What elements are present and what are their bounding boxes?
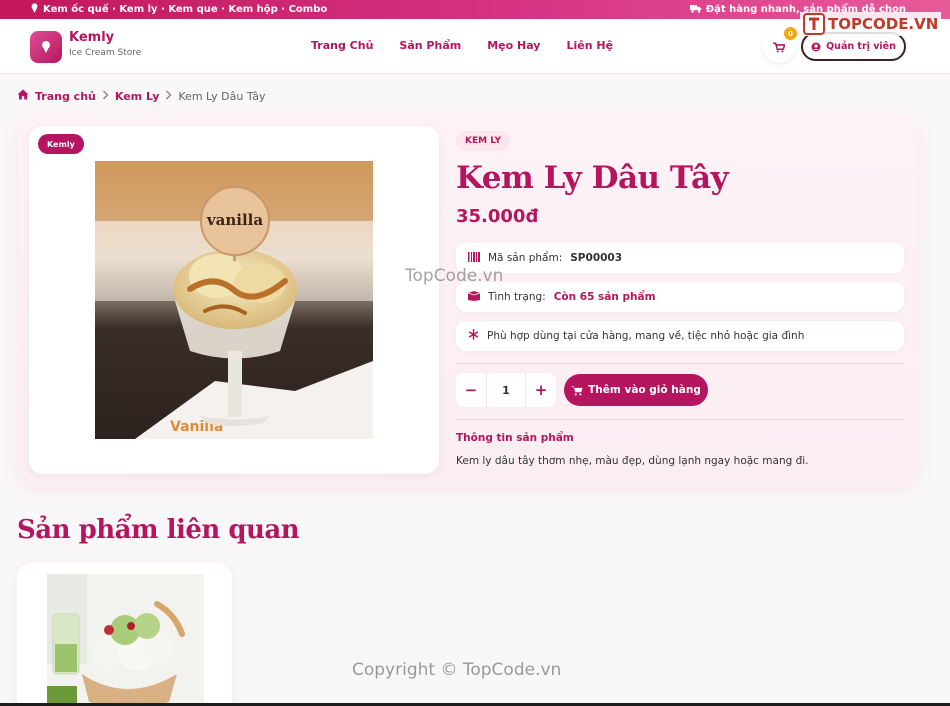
product-price: 35.000đ <box>456 206 539 227</box>
center-watermark: TopCode.vn <box>405 266 504 286</box>
cart-icon <box>773 41 785 52</box>
sku-label: Mã sản phẩm: <box>488 252 563 264</box>
quantity-input[interactable] <box>486 373 526 407</box>
cart-icon <box>571 385 583 395</box>
topcode-logo-icon <box>803 13 825 35</box>
add-to-cart-label: Thêm vào giỏ hàng <box>588 384 701 396</box>
sku-value: SP00003 <box>570 252 623 264</box>
divider <box>456 363 904 364</box>
add-to-cart-button[interactable]: Thêm vào giỏ hàng <box>564 374 708 406</box>
brand-logo[interactable] <box>30 31 62 63</box>
topcode-logo-text: TOPCODE.VN <box>828 15 939 33</box>
related-product-photo[interactable] <box>47 574 204 706</box>
cart-count-badge: 0 <box>784 27 797 40</box>
product-info-heading: Thông tin sản phẩm <box>456 432 574 444</box>
related-products-title: Sản phẩm liên quan <box>17 515 300 545</box>
promo-categories: Kem ốc quế · Kem ly · Kem que · Kem hộp … <box>43 4 328 15</box>
snowflake-icon <box>468 329 479 343</box>
truck-icon <box>689 4 702 16</box>
breadcrumb: Trang chủ Kem Ly Kem Ly Dâu Tây <box>17 89 266 103</box>
copyright-watermark: Copyright © TopCode.vn <box>352 660 562 680</box>
admin-label: Quản trị viên <box>826 41 896 52</box>
stock-row: Tình trạng: Còn 65 sản phẩm <box>456 282 904 312</box>
usage-text: Phù hợp dùng tại cửa hàng, mang về, tiệc… <box>487 330 805 342</box>
box-icon <box>467 290 481 304</box>
nav-contact[interactable]: Liên Hệ <box>566 39 613 52</box>
nav-products[interactable]: Sản Phẩm <box>399 39 461 52</box>
home-icon[interactable] <box>17 89 29 103</box>
main-nav: Trang Chủ Sản Phẩm Mẹo Hay Liên Hệ <box>311 39 613 52</box>
topcode-watermark-logo: TOPCODE.VN <box>800 12 942 36</box>
barcode-icon <box>468 251 480 265</box>
quantity-increase-button[interactable]: + <box>526 373 556 407</box>
product-info-description: Kem ly dâu tây thơm nhẹ, màu đẹp, dùng l… <box>456 455 809 467</box>
brand-name[interactable]: Kemly <box>69 30 114 45</box>
breadcrumb-home[interactable]: Trang chủ <box>35 90 96 103</box>
category-pill[interactable]: KEM LY <box>456 131 511 151</box>
product-photo[interactable]: Vanilla vanilla <box>95 161 373 439</box>
image-brand-badge: Kemly <box>38 134 84 154</box>
product-title: Kem Ly Dâu Tây <box>456 160 729 196</box>
chevron-right-icon <box>102 90 109 103</box>
cookie-topper-text: vanilla <box>206 211 263 229</box>
usage-row: Phù hợp dùng tại cửa hàng, mang về, tiệc… <box>456 321 904 351</box>
quantity-decrease-button[interactable]: − <box>456 373 486 407</box>
promo-left: Kem ốc quế · Kem ly · Kem que · Kem hộp … <box>30 3 327 16</box>
brand-subtitle: Ice Cream Store <box>69 48 142 58</box>
ice-cream-logo-icon <box>42 41 50 53</box>
quantity-stepper: − + <box>456 373 556 407</box>
stock-label: Tình trạng: <box>488 291 546 303</box>
nav-tips[interactable]: Mẹo Hay <box>487 39 540 52</box>
user-circle-icon <box>811 42 821 51</box>
ice-cream-icon <box>30 3 39 16</box>
admin-button[interactable]: Quản trị viên <box>801 32 906 61</box>
divider <box>456 419 904 420</box>
sku-row: Mã sản phẩm: SP00003 <box>456 243 904 273</box>
breadcrumb-current: Kem Ly Dâu Tây <box>178 89 266 103</box>
nav-home[interactable]: Trang Chủ <box>311 39 373 52</box>
stock-value: Còn 65 sản phẩm <box>553 291 656 303</box>
breadcrumb-category[interactable]: Kem Ly <box>115 90 160 103</box>
chevron-right-icon <box>165 90 172 103</box>
